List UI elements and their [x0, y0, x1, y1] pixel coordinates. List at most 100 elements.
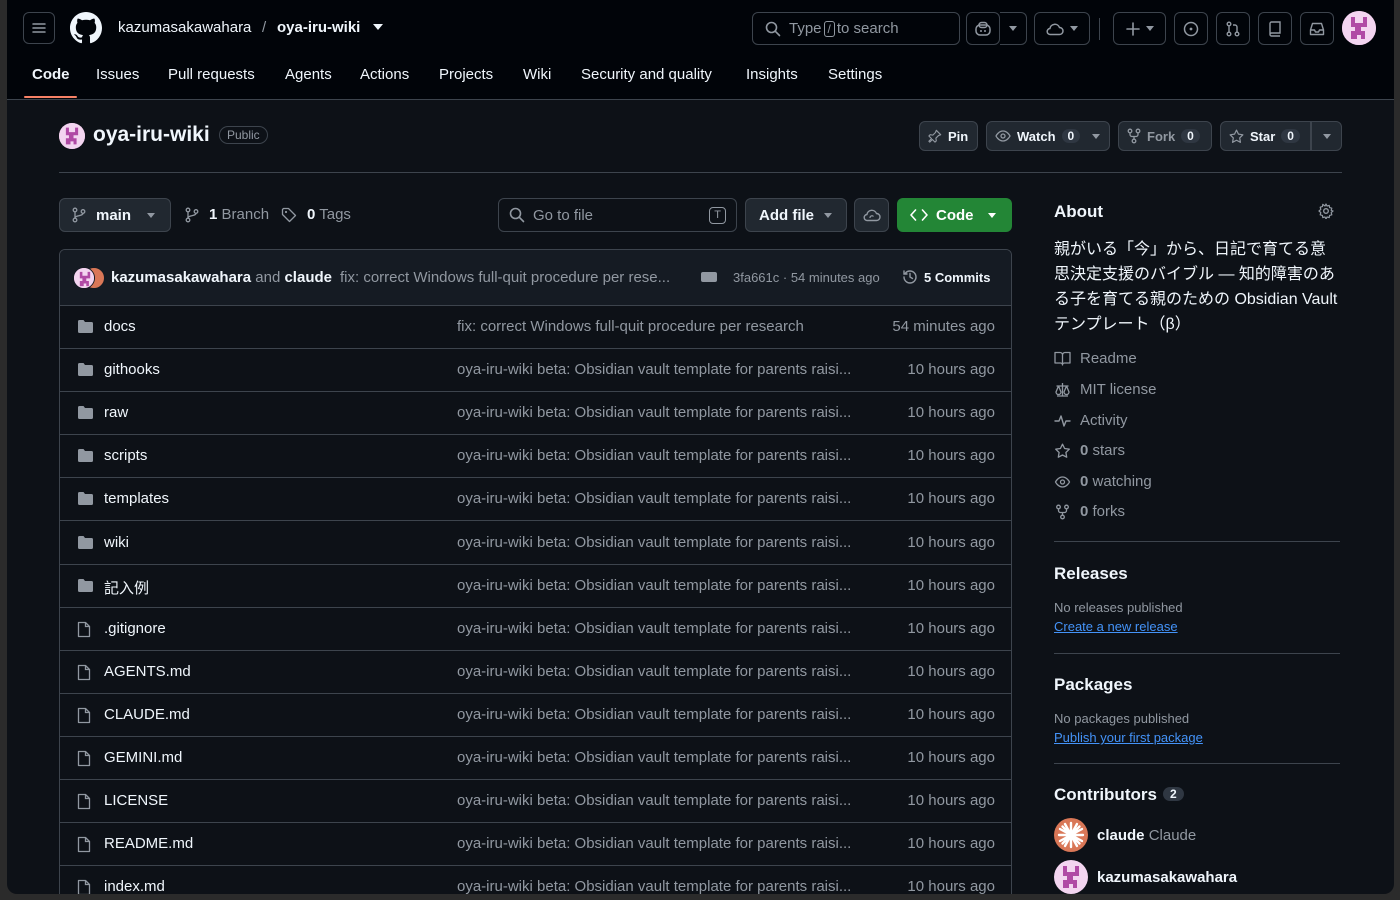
github-logo-icon[interactable] — [70, 12, 102, 44]
commit-author-1[interactable]: kazumasakawahara — [111, 269, 251, 286]
file-name[interactable]: raw — [104, 404, 128, 421]
file-commit-message[interactable]: oya-iru-wiki beta: Obsidian vault templa… — [457, 404, 867, 421]
file-commit-message[interactable]: oya-iru-wiki beta: Obsidian vault templa… — [457, 706, 867, 723]
file-name[interactable]: index.md — [104, 878, 165, 894]
file-name[interactable]: CLAUDE.md — [104, 706, 190, 723]
file-commit-message[interactable]: oya-iru-wiki beta: Obsidian vault templa… — [457, 577, 867, 594]
license-link[interactable]: MIT license — [1054, 381, 1156, 398]
file-commit-message[interactable]: oya-iru-wiki beta: Obsidian vault templa… — [457, 534, 867, 551]
forks-link[interactable]: 0 forks — [1054, 503, 1125, 520]
codespaces-button[interactable] — [1034, 12, 1090, 45]
tab-code[interactable]: Code — [32, 66, 70, 83]
tab-actions[interactable]: Actions — [360, 66, 409, 83]
watch-button[interactable]: Watch 0 — [986, 121, 1110, 151]
issues-button[interactable] — [1174, 12, 1208, 45]
file-name[interactable]: githooks — [104, 361, 160, 378]
file-name[interactable]: templates — [104, 490, 169, 507]
tab-projects[interactable]: Projects — [439, 66, 493, 83]
file-row[interactable]: README.md oya-iru-wiki beta: Obsidian vau… — [60, 823, 1011, 867]
menu-button[interactable] — [23, 12, 55, 44]
file-commit-message[interactable]: fix: correct Windows full-quit procedure… — [457, 318, 867, 335]
latest-commit-message[interactable]: fix: correct Windows full-quit procedure… — [340, 269, 685, 286]
commit-history-link[interactable]: 5 Commits — [902, 269, 990, 285]
file-commit-message[interactable]: oya-iru-wiki beta: Obsidian vault templa… — [457, 792, 867, 809]
file-row[interactable]: 記入例 oya-iru-wiki beta: Obsidian vault tem… — [60, 565, 1011, 608]
file-name[interactable]: README.md — [104, 835, 193, 852]
activity-link[interactable]: Activity — [1054, 412, 1128, 429]
file-row[interactable]: templates oya-iru-wiki beta: Obsidian vau… — [60, 478, 1011, 522]
file-commit-message[interactable]: oya-iru-wiki beta: Obsidian vault templa… — [457, 447, 867, 464]
file-commit-message[interactable]: oya-iru-wiki beta: Obsidian vault templa… — [457, 490, 867, 507]
file-name[interactable]: 記入例 — [104, 577, 149, 598]
file-row[interactable]: wiki oya-iru-wiki beta: Obsidian vault te… — [60, 522, 1011, 565]
create-release-link[interactable]: Create a new release — [1054, 619, 1178, 634]
tab-agents[interactable]: Agents — [285, 66, 332, 83]
global-search-input[interactable]: Type / to search — [752, 12, 960, 45]
go-to-file-input[interactable]: Go to file T — [498, 198, 737, 232]
file-row[interactable]: CLAUDE.md oya-iru-wiki beta: Obsidian vau… — [60, 694, 1011, 737]
file-row[interactable]: index.md oya-iru-wiki beta: Obsidian vaul… — [60, 866, 1011, 894]
stars-link[interactable]: 0 stars — [1054, 442, 1125, 459]
fork-button[interactable]: Fork 0 — [1118, 121, 1212, 151]
file-row[interactable]: raw oya-iru-wiki beta: Obsidian vault tem… — [60, 392, 1011, 436]
tab-security[interactable]: Security and quality — [581, 66, 712, 83]
expand-commit-message-icon[interactable] — [701, 272, 717, 282]
file-row[interactable]: githooks oya-iru-wiki beta: Obsidian vaul… — [60, 349, 1011, 393]
file-row[interactable]: GEMINI.md oya-iru-wiki beta: Obsidian vau… — [60, 737, 1011, 780]
file-name[interactable]: GEMINI.md — [104, 749, 182, 766]
repo-owner-avatar[interactable] — [59, 123, 85, 149]
repo-switcher-caret-icon[interactable] — [373, 24, 383, 30]
commit-author-avatars[interactable] — [73, 267, 107, 289]
star-lists-button[interactable] — [1311, 121, 1342, 151]
file-row[interactable]: scripts oya-iru-wiki beta: Obsidian vault… — [60, 435, 1011, 479]
contributors-heading[interactable]: Contributors 2 — [1054, 785, 1184, 805]
codespace-button[interactable] — [854, 198, 889, 232]
inbox-button[interactable] — [1300, 12, 1334, 45]
readme-link[interactable]: Readme — [1054, 350, 1137, 367]
file-commit-message[interactable]: oya-iru-wiki beta: Obsidian vault templa… — [457, 620, 867, 637]
file-row[interactable]: AGENTS.md oya-iru-wiki beta: Obsidian vau… — [60, 651, 1011, 694]
file-name[interactable]: scripts — [104, 447, 147, 464]
breadcrumb-repo[interactable]: oya-iru-wiki — [277, 19, 360, 36]
publish-package-link[interactable]: Publish your first package — [1054, 730, 1203, 745]
pin-button[interactable]: Pin — [919, 121, 978, 151]
add-file-button[interactable]: Add file — [745, 198, 847, 232]
tab-insights[interactable]: Insights — [746, 66, 798, 83]
releases-heading[interactable]: Releases — [1054, 564, 1128, 584]
branches-link[interactable]: 1 Branch — [185, 206, 269, 223]
packages-heading[interactable]: Packages — [1054, 675, 1132, 695]
file-name[interactable]: LICENSE — [104, 792, 168, 809]
commit-hash-time[interactable]: 3fa661c · 54 minutes ago — [733, 270, 880, 285]
tab-settings[interactable]: Settings — [828, 66, 882, 83]
file-commit-message[interactable]: oya-iru-wiki beta: Obsidian vault templa… — [457, 878, 867, 894]
file-commit-message[interactable]: oya-iru-wiki beta: Obsidian vault templa… — [457, 663, 867, 680]
file-name[interactable]: .gitignore — [104, 620, 166, 637]
file-commit-message[interactable]: oya-iru-wiki beta: Obsidian vault templa… — [457, 749, 867, 766]
user-avatar[interactable] — [1342, 11, 1376, 45]
tab-issues[interactable]: Issues — [96, 66, 139, 83]
file-name[interactable]: AGENTS.md — [104, 663, 191, 680]
file-name[interactable]: wiki — [104, 534, 129, 551]
watching-link[interactable]: 0 watching — [1054, 473, 1152, 490]
star-button[interactable]: Star 0 — [1220, 121, 1311, 151]
branch-selector[interactable]: main — [59, 198, 171, 232]
breadcrumb-owner[interactable]: kazumasakawahara — [118, 19, 251, 36]
contributor-item[interactable]: kazumasakawahara — [1054, 860, 1237, 894]
repositories-button[interactable] — [1258, 12, 1292, 45]
commit-author-2[interactable]: claude — [284, 269, 332, 286]
pull-requests-button[interactable] — [1216, 12, 1250, 45]
file-row[interactable]: .gitignore oya-iru-wiki beta: Obsidian va… — [60, 608, 1011, 651]
contributor-item[interactable]: claude Claude — [1054, 818, 1196, 852]
gear-icon[interactable] — [1318, 203, 1334, 219]
copilot-menu-button[interactable] — [1000, 12, 1027, 45]
code-button[interactable]: Code — [897, 198, 1012, 232]
create-new-button[interactable] — [1113, 12, 1166, 45]
file-row[interactable]: docs fix: correct Windows full-quit proce… — [60, 306, 1011, 349]
tags-link[interactable]: 0 Tags — [281, 206, 351, 223]
file-commit-message[interactable]: oya-iru-wiki beta: Obsidian vault templa… — [457, 835, 867, 852]
tab-pull-requests[interactable]: Pull requests — [168, 66, 255, 83]
repo-title[interactable]: oya-iru-wiki — [93, 123, 210, 147]
file-row[interactable]: LICENSE oya-iru-wiki beta: Obsidian vault… — [60, 780, 1011, 824]
file-commit-message[interactable]: oya-iru-wiki beta: Obsidian vault templa… — [457, 361, 867, 378]
tab-wiki[interactable]: Wiki — [523, 66, 551, 83]
